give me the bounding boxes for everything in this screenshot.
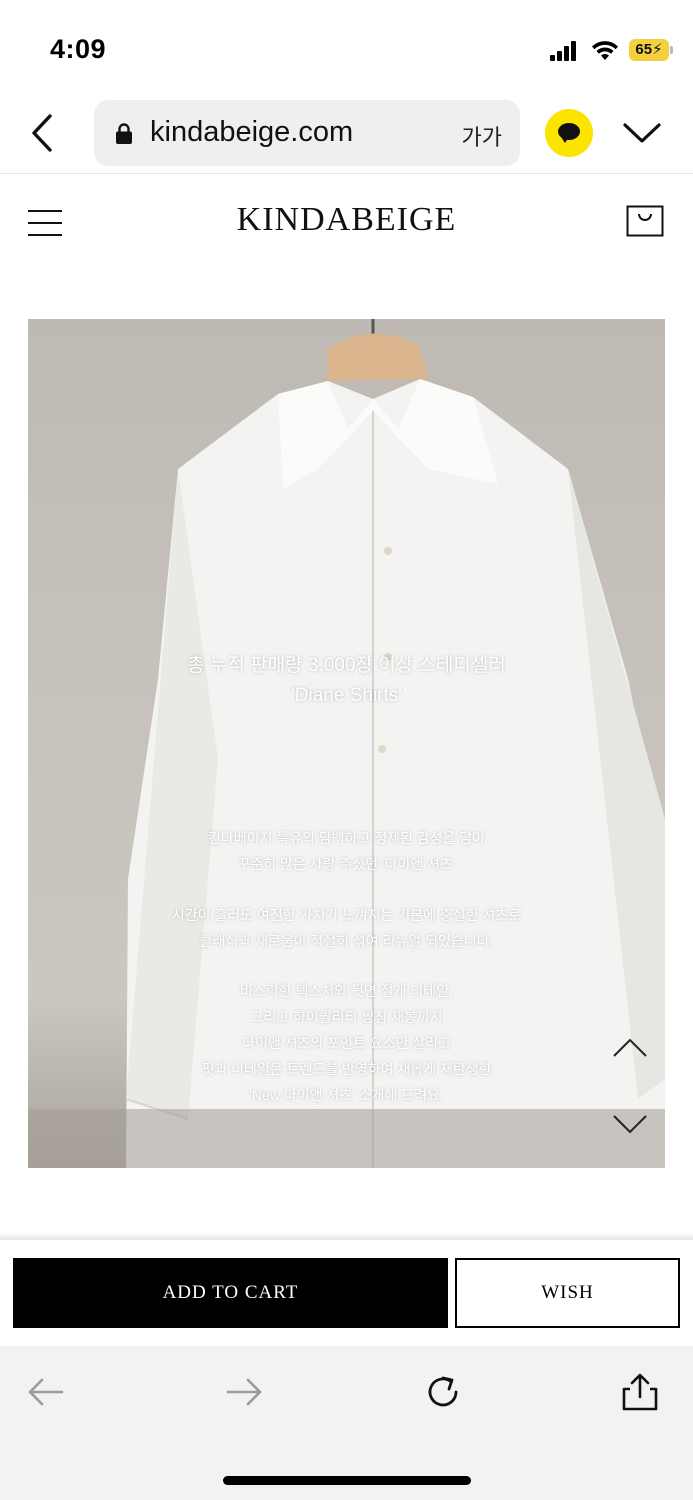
- back-arrow-icon[interactable]: [26, 1372, 66, 1412]
- product-description-2: 시간이 흘러도 여전한 가치가 느껴지는 기본에 충실한 셔츠로 클래식과 새로…: [28, 902, 665, 954]
- description-line: 그리고 하이퀄리티 쌍침 재봉까지: [250, 1009, 443, 1025]
- wifi-icon: [592, 41, 618, 60]
- text-size-button[interactable]: 가가: [462, 120, 502, 152]
- action-bar: ADD TO CART WISH: [0, 1240, 693, 1346]
- site-logo[interactable]: KINDABEIGE: [0, 201, 693, 239]
- chevron-down-icon[interactable]: [622, 120, 662, 146]
- browser-toolbar: [0, 1346, 693, 1500]
- forward-arrow-icon[interactable]: [224, 1372, 264, 1412]
- wish-button[interactable]: WISH: [455, 1258, 680, 1328]
- cart-icon[interactable]: [626, 205, 664, 237]
- headline-line: 'Diane Shirts': [291, 685, 402, 706]
- browser-address-row: kindabeige.com 가가: [0, 100, 693, 174]
- site-header: KINDABEIGE: [0, 175, 693, 270]
- description-line: 'New 다이앤 셔츠' 소개해 드려요.: [249, 1087, 444, 1103]
- url-text: kindabeige.com: [150, 116, 354, 148]
- status-bar: 4:09 65⚡: [0, 0, 693, 100]
- lock-icon: [116, 123, 132, 144]
- description-line: 클래식과 새로움이 적절히 섞여 리뉴얼 되었습니다.: [199, 933, 494, 949]
- scroll-up-icon[interactable]: [612, 1037, 648, 1059]
- reload-icon[interactable]: [423, 1372, 463, 1412]
- share-icon[interactable]: [620, 1372, 660, 1412]
- product-description-1: 킨다베이지 특유의 담백하고 정제된 감성을 담아 꾸준히 많은 사랑 주셨던 …: [28, 825, 665, 877]
- kakao-chat-button[interactable]: [545, 109, 593, 157]
- add-to-cart-button[interactable]: ADD TO CART: [13, 1258, 448, 1328]
- home-indicator: [223, 1476, 471, 1485]
- description-line: 시간이 흘러도 여전한 가치가 느껴지는 기본에 충실한 셔츠로: [171, 907, 522, 923]
- description-line: 바스락한 텍스처와 뒷면 절개 디테일,: [240, 983, 453, 999]
- battery-indicator: 65⚡: [629, 39, 669, 61]
- description-line: 킨다베이지 특유의 담백하고 정제된 감성을 담아: [207, 830, 486, 846]
- product-headline: 총 누적 판매량 3,000장 이상 스테디셀러 'Diane Shirts': [28, 651, 665, 711]
- product-image: 총 누적 판매량 3,000장 이상 스테디셀러 'Diane Shirts' …: [28, 319, 665, 1168]
- scroll-down-icon[interactable]: [612, 1113, 648, 1135]
- address-bar[interactable]: kindabeige.com 가가: [94, 100, 520, 166]
- headline-line: 총 누적 판매량 3,000장 이상 스테디셀러: [187, 655, 506, 676]
- description-line: 꾸준히 많은 사랑 주셨던 '다이앤 셔츠': [237, 856, 456, 872]
- status-time: 4:09: [50, 34, 107, 64]
- description-line: 다이앤 셔츠의 포인트 요소만 살리고: [242, 1035, 451, 1051]
- product-description-3: 바스락한 텍스처와 뒷면 절개 디테일, 그리고 하이퀄리티 쌍침 재봉까지 다…: [28, 978, 665, 1108]
- battery-nub: [670, 46, 673, 54]
- cellular-signal-icon: [550, 41, 578, 61]
- back-chevron-icon[interactable]: [28, 112, 58, 154]
- description-line: 핏과 디테일은 트렌드를 반영하여 새롭게 재탄생한: [201, 1061, 492, 1077]
- kakao-chat-icon-tail: [561, 137, 569, 143]
